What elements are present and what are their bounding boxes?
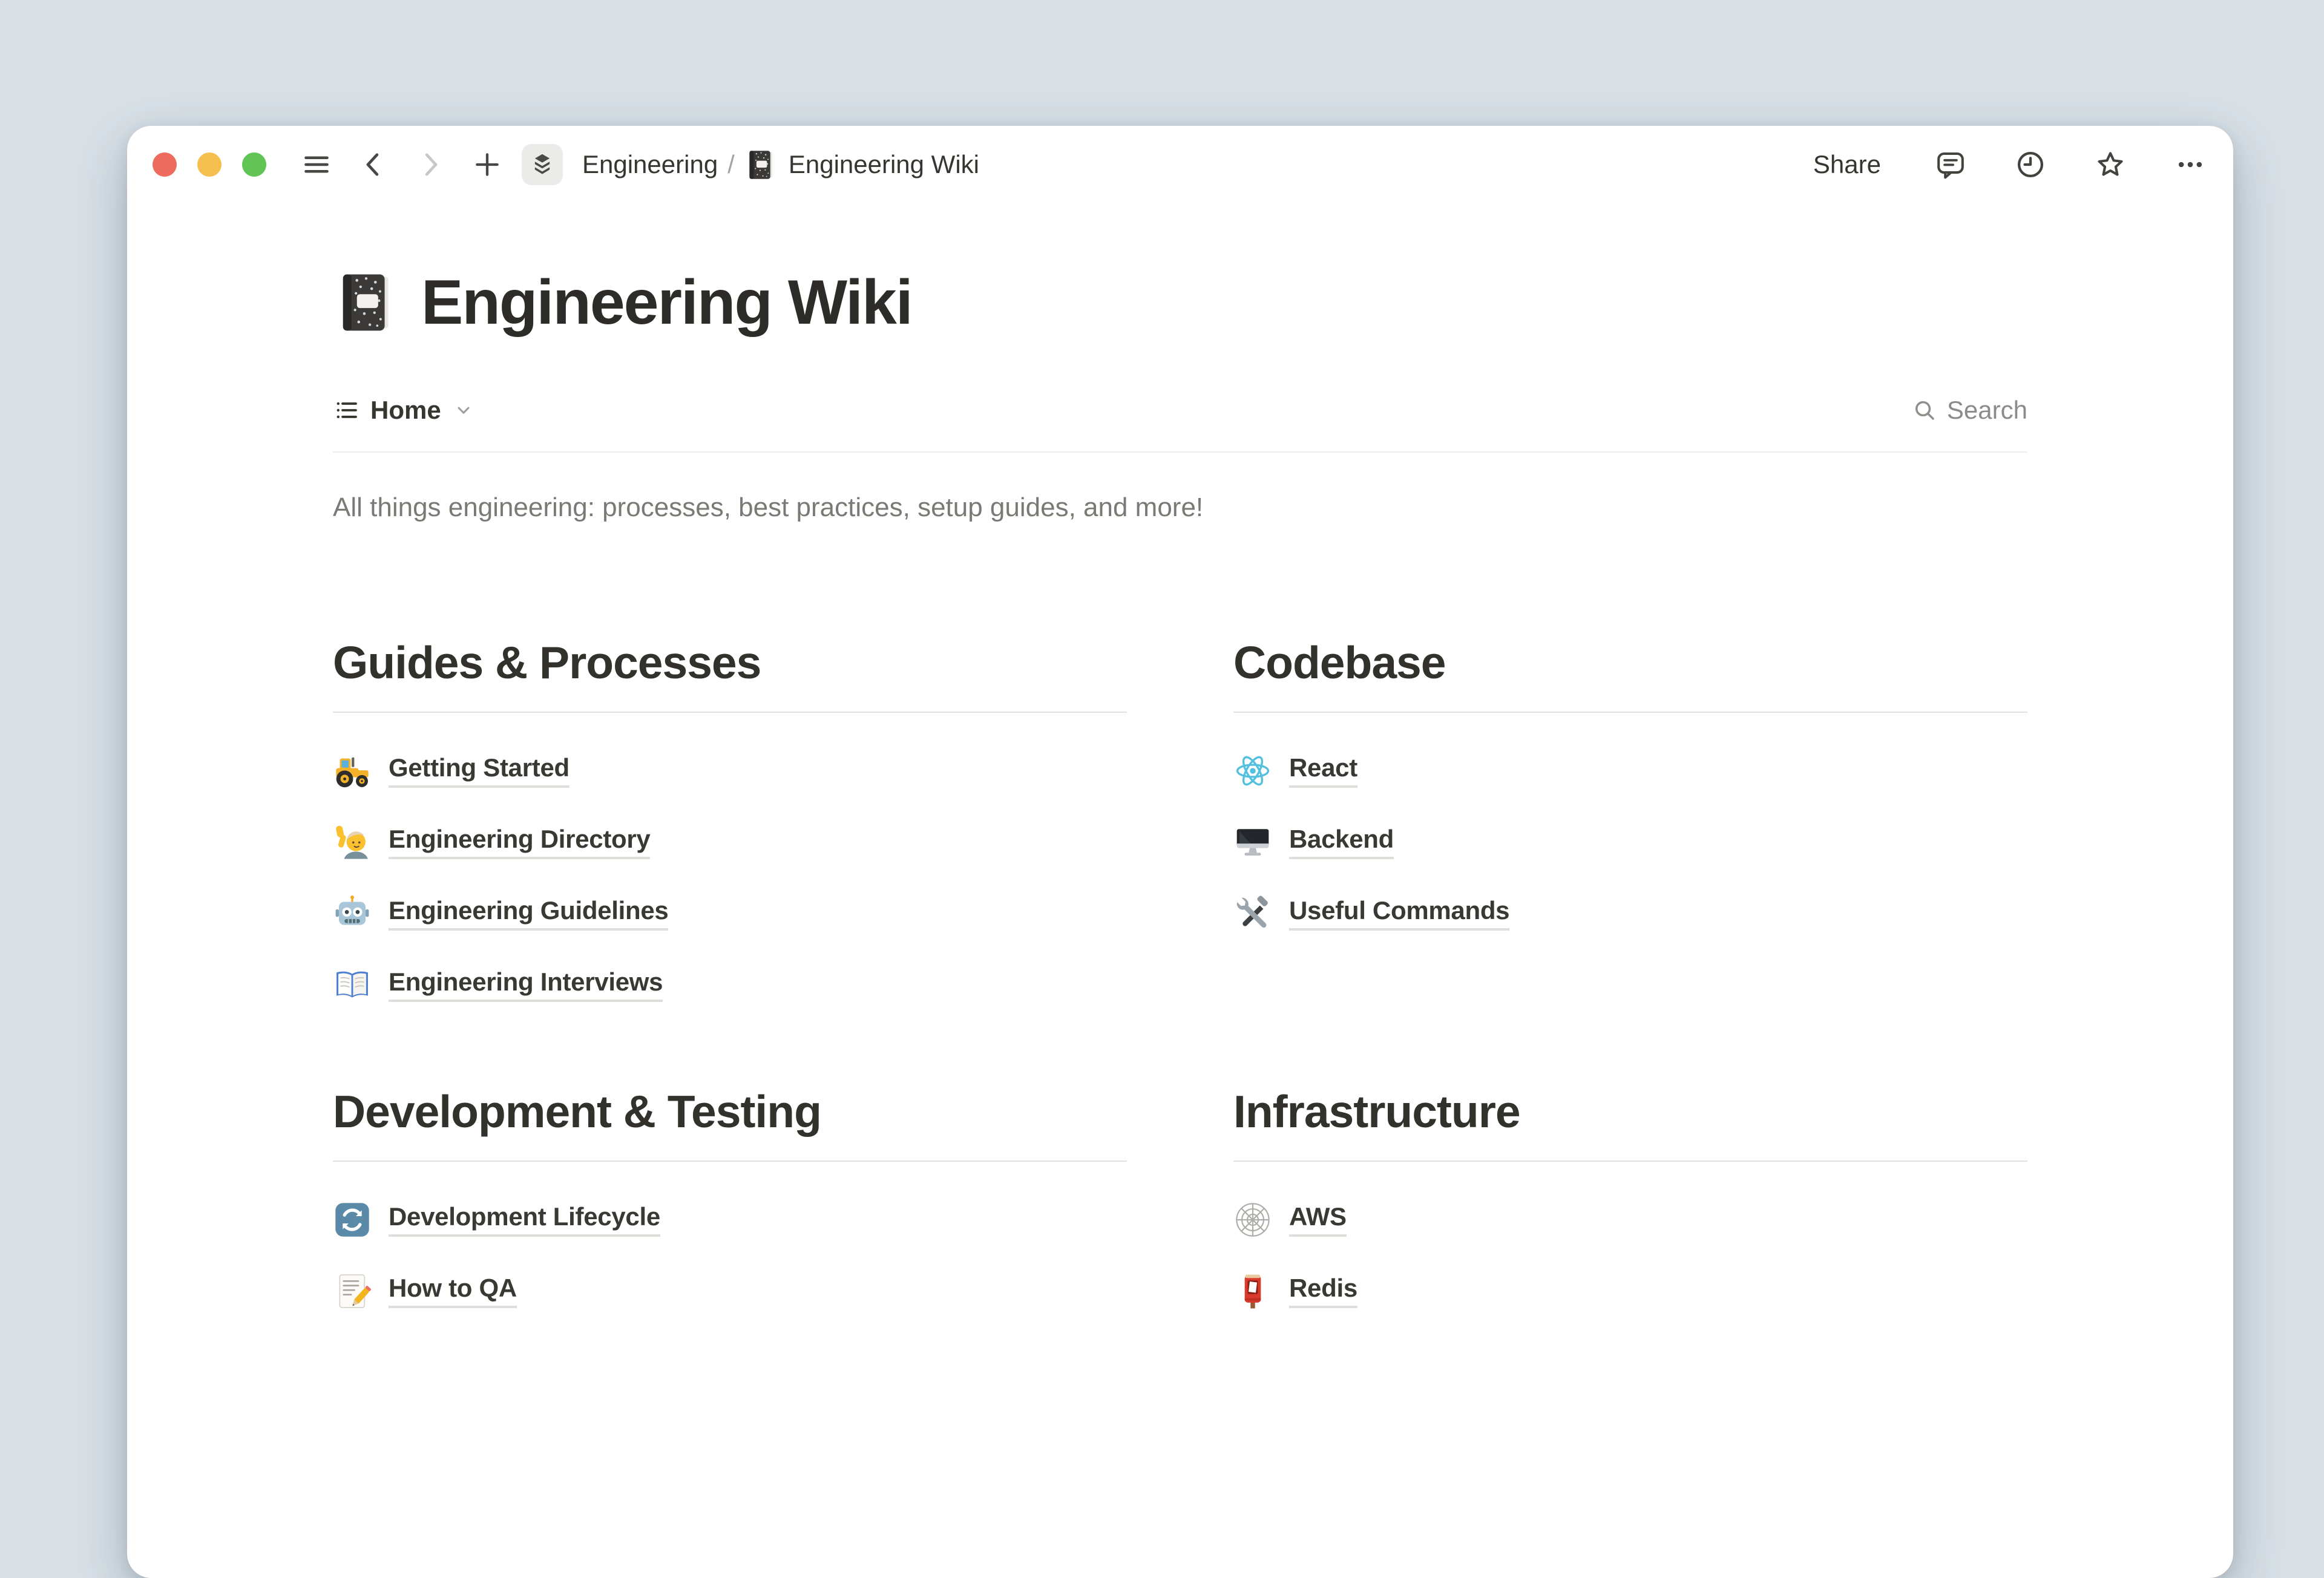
- section-divider: [1233, 712, 2027, 713]
- zoom-window-button[interactable]: [242, 152, 266, 177]
- person-raising-hand-icon: [333, 823, 372, 862]
- tractor-icon: [333, 751, 372, 790]
- section-infrastructure: Infrastructure AWS Redis: [1233, 1084, 2027, 1334]
- star-icon: [2094, 148, 2127, 181]
- comment-bubble-icon: [1934, 148, 1967, 181]
- traffic-lights: [153, 152, 266, 177]
- wiki-page-link[interactable]: Redis: [1233, 1262, 2027, 1320]
- minimize-window-button[interactable]: [197, 152, 222, 177]
- wiki-page-link[interactable]: Engineering Directory: [333, 813, 1127, 871]
- wiki-page-link[interactable]: How to QA: [333, 1262, 1127, 1320]
- notebook-icon: [744, 148, 778, 182]
- wiki-page-link[interactable]: Getting Started: [333, 742, 1127, 800]
- breadcrumb-teamspace[interactable]: Engineering: [576, 146, 724, 183]
- wiki-page-link[interactable]: Useful Commands: [1233, 885, 2027, 943]
- view-divider: [333, 451, 2027, 453]
- sidebar-toggle-button[interactable]: [299, 147, 334, 182]
- more-options-button[interactable]: [2173, 147, 2208, 182]
- wiki-page-link[interactable]: Backend: [1233, 813, 2027, 871]
- notebook-icon[interactable]: [333, 269, 399, 336]
- section-title: Development & Testing: [333, 1084, 1127, 1139]
- share-button[interactable]: Share: [1806, 145, 1888, 184]
- wiki-page-link[interactable]: Engineering Interviews: [333, 956, 1127, 1014]
- section-codebase: Codebase React Backend Useful Commands: [1233, 635, 2027, 956]
- ellipsis-icon: [2174, 148, 2207, 181]
- toolbar-actions: Share: [1806, 145, 2208, 184]
- notion-window: Engineering / Engineering Wiki Share: [127, 126, 2233, 1578]
- section-divider: [333, 1161, 1127, 1162]
- wiki-page-link[interactable]: Engineering Guidelines: [333, 885, 1127, 943]
- page-description: All things engineering: processes, best …: [333, 490, 2027, 525]
- new-page-button[interactable]: [470, 147, 505, 182]
- clock-icon: [2014, 148, 2047, 181]
- back-button[interactable]: [356, 147, 391, 182]
- page-content: Engineering Wiki Home Search All things …: [333, 266, 2027, 1334]
- chevron-left-icon: [357, 148, 390, 181]
- close-window-button[interactable]: [153, 152, 177, 177]
- tab-home-view[interactable]: Home: [333, 396, 474, 425]
- wiki-page-link[interactable]: Development Lifecycle: [333, 1191, 1127, 1249]
- forward-button: [413, 147, 448, 182]
- updates-button[interactable]: [2013, 147, 2048, 182]
- breadcrumb: Engineering / Engineering Wiki: [576, 145, 985, 185]
- search-icon: [1912, 398, 1937, 423]
- section-title: Guides & Processes: [333, 635, 1127, 690]
- chevron-right-icon: [414, 148, 447, 181]
- view-bar: Home Search: [333, 393, 2027, 427]
- react-logo-icon: [1233, 751, 1272, 790]
- open-book-icon: [333, 966, 372, 1004]
- spider-web-icon: [1233, 1200, 1272, 1239]
- stacked-layers-icon: [528, 151, 556, 178]
- nav-group: [299, 147, 505, 182]
- counterclockwise-arrows-icon: [333, 1200, 372, 1239]
- list-view-icon: [333, 396, 361, 424]
- section-title: Infrastructure: [1233, 1084, 2027, 1139]
- breadcrumb-page[interactable]: Engineering Wiki: [738, 145, 985, 185]
- page-title-row: Engineering Wiki: [333, 266, 2027, 339]
- section-divider: [1233, 1161, 2027, 1162]
- section-development-testing: Development & Testing Development Lifecy…: [333, 1084, 1127, 1334]
- window-toolbar: Engineering / Engineering Wiki Share: [127, 126, 2233, 203]
- section-guides-processes: Guides & Processes Getting Started Engin…: [333, 635, 1127, 1027]
- memo-icon: [333, 1272, 372, 1311]
- section-title: Codebase: [1233, 635, 2027, 690]
- breadcrumb-separator: /: [727, 150, 735, 179]
- page-title[interactable]: Engineering Wiki: [421, 266, 912, 339]
- hammer-wrench-icon: [1233, 894, 1272, 933]
- teamspace-icon-chip[interactable]: [522, 144, 563, 185]
- wiki-page-link[interactable]: AWS: [1233, 1191, 2027, 1249]
- chevron-down-icon: [453, 400, 474, 421]
- wiki-sections-grid: Guides & Processes Getting Started Engin…: [333, 635, 2027, 1334]
- favorite-button[interactable]: [2093, 147, 2128, 182]
- comments-button[interactable]: [1933, 147, 1968, 182]
- desktop-computer-icon: [1233, 823, 1272, 862]
- search-button[interactable]: Search: [1912, 396, 2027, 425]
- hamburger-menu-icon: [300, 148, 333, 181]
- robot-icon: [333, 894, 372, 933]
- plus-icon: [471, 148, 504, 181]
- section-divider: [333, 712, 1127, 713]
- wiki-page-link[interactable]: React: [1233, 742, 2027, 800]
- postbox-icon: [1233, 1272, 1272, 1311]
